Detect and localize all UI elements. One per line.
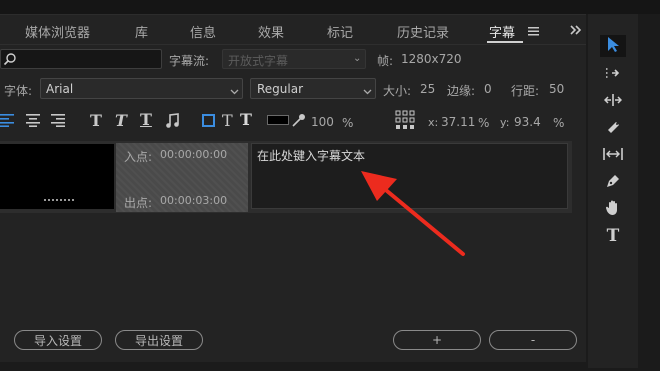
search-icon	[3, 52, 17, 66]
tab-history[interactable]: 历史记录	[397, 22, 449, 41]
track-select-icon	[605, 67, 621, 82]
slip-tool[interactable]	[600, 144, 626, 166]
pen-tool[interactable]	[600, 171, 626, 193]
chevron-down-icon: ⌄	[353, 53, 362, 64]
y-unit: %	[553, 116, 565, 130]
line-spacing-label: 行距:	[511, 84, 540, 98]
caption-stream-value: 开放式字幕	[228, 54, 289, 68]
fill-color-swatch[interactable]	[267, 115, 289, 125]
align-left-icon[interactable]	[0, 113, 16, 130]
frame-label: 帧:	[377, 54, 394, 68]
out-point-label: 出点:	[124, 196, 153, 210]
eyedropper-icon[interactable]	[291, 113, 306, 131]
hand-tool[interactable]	[600, 198, 626, 220]
italic-icon[interactable]: T	[115, 113, 127, 129]
in-point-label: 入点:	[124, 150, 153, 164]
pen-icon	[605, 173, 621, 192]
line-spacing-value[interactable]: 50	[549, 82, 564, 96]
annotation-arrow	[355, 165, 470, 263]
background-box-icon[interactable]	[202, 114, 215, 127]
tab-markers[interactable]: 标记	[327, 22, 353, 41]
tabs-divider	[0, 44, 586, 45]
opacity-value[interactable]: 100	[311, 115, 334, 129]
caption-text: 在此处键入字幕文本	[257, 149, 366, 163]
hand-icon	[605, 199, 621, 219]
window-right-edge	[640, 14, 660, 371]
export-settings-button[interactable]: 导出设置	[115, 330, 203, 350]
x-label: x:	[428, 116, 439, 129]
x-unit: %	[478, 116, 490, 130]
text-color-icon[interactable]: T	[222, 113, 233, 129]
align-right-icon[interactable]	[50, 113, 66, 130]
hamburger-icon[interactable]	[528, 25, 539, 36]
remove-caption-button[interactable]: -	[489, 330, 577, 350]
slip-icon	[603, 147, 623, 164]
tab-captions[interactable]: 字幕	[489, 22, 515, 41]
align-center-icon[interactable]	[25, 113, 41, 130]
import-settings-button[interactable]: 导入设置	[14, 330, 102, 350]
double-chevron-right-icon[interactable]	[570, 24, 582, 36]
type-icon: T	[606, 226, 620, 246]
font-family-value: Arial	[46, 82, 74, 96]
add-caption-button[interactable]: +	[393, 330, 481, 350]
selection-tool[interactable]	[600, 35, 626, 57]
tab-media-browser[interactable]: 媒体浏览器	[25, 22, 90, 41]
window-bottom-strip	[0, 362, 586, 371]
underline-icon[interactable]: T	[140, 112, 152, 128]
bold-icon[interactable]: T	[90, 113, 102, 129]
tab-info[interactable]: 信息	[190, 22, 216, 41]
caption-stream-label: 字幕流:	[169, 54, 210, 68]
edge-value[interactable]: 0	[484, 82, 492, 96]
y-label: y:	[500, 116, 510, 129]
tab-libraries[interactable]: 库	[135, 22, 148, 41]
size-label: 大小:	[383, 84, 412, 98]
razor-tool[interactable]	[600, 117, 626, 139]
out-point-value[interactable]: 00:00:03:00	[160, 194, 227, 207]
chevron-down-icon	[230, 84, 239, 98]
text-outline-icon[interactable]: T	[240, 112, 252, 128]
frame-size-value: 1280x720	[401, 52, 462, 66]
active-tab-indicator	[487, 41, 523, 43]
arrow-icon	[606, 36, 620, 56]
y-position-value[interactable]: 93.4	[514, 115, 541, 129]
edge-label: 边缘:	[447, 84, 476, 98]
x-position-value[interactable]: 37.11	[441, 115, 475, 129]
window-top-strip	[0, 0, 660, 14]
ripple-edit-icon	[603, 93, 623, 110]
tab-effects[interactable]: 效果	[258, 22, 284, 41]
type-tool[interactable]: T	[600, 225, 626, 247]
position-grid-icon[interactable]	[395, 110, 415, 135]
razor-icon	[605, 119, 621, 138]
size-value[interactable]: 25	[420, 82, 435, 96]
search-input[interactable]	[0, 49, 162, 69]
audio-note-icon[interactable]	[165, 113, 179, 131]
ripple-edit-tool[interactable]	[600, 90, 626, 112]
opacity-unit: %	[342, 116, 354, 130]
font-style-value: Regular	[257, 82, 304, 96]
in-point-value[interactable]: 00:00:00:00	[160, 148, 227, 161]
font-label: 字体:	[4, 84, 33, 98]
caption-thumbnail	[0, 144, 114, 209]
chevron-down-icon	[363, 84, 372, 98]
track-select-tool[interactable]	[600, 63, 626, 85]
thumbnail-caption-preview	[44, 199, 74, 201]
